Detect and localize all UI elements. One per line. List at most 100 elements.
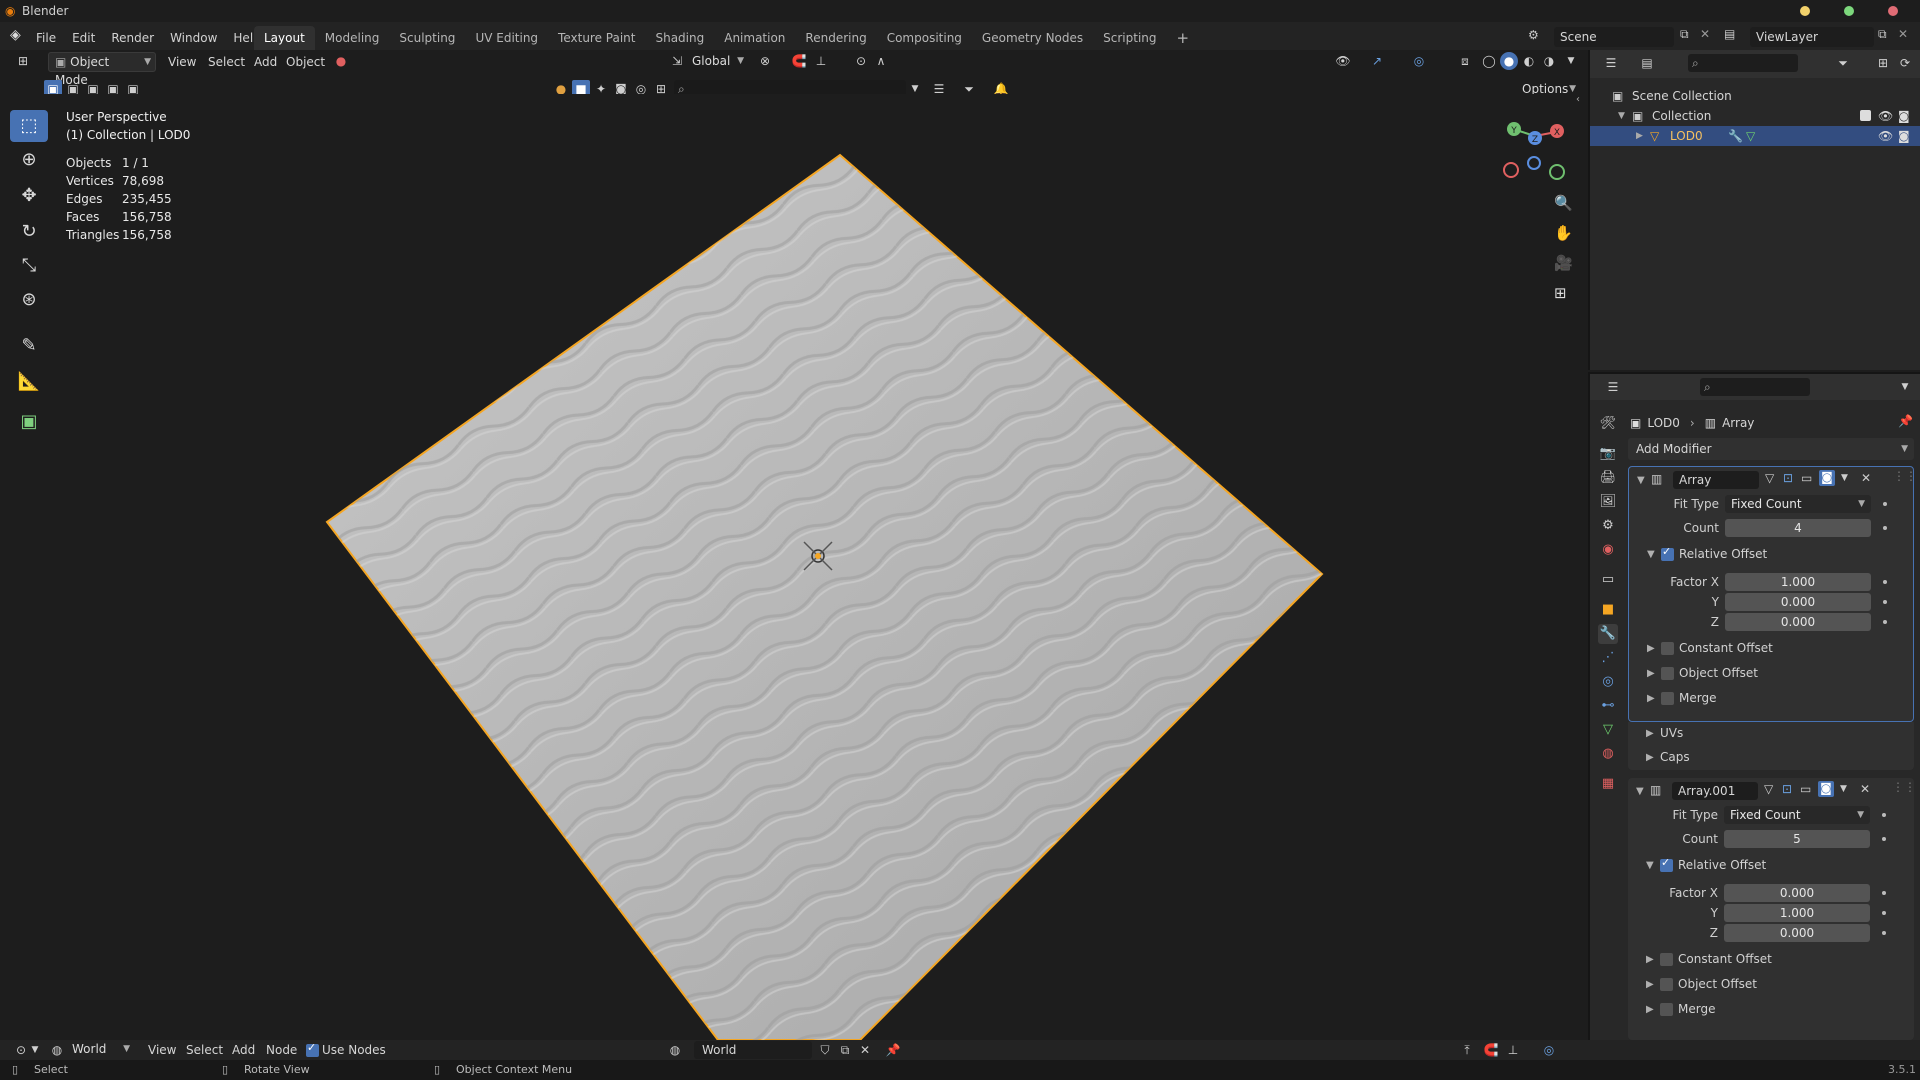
outliner-row-collection[interactable]: ▼ ▣ Collection 👁 ◙ (1590, 106, 1920, 126)
drag-handle-icon[interactable]: ⋮⋮ (1892, 780, 1916, 794)
scene-tab-icon[interactable]: ⚙ (1598, 516, 1618, 536)
tool-cursor[interactable]: ⊕ (10, 144, 48, 176)
viewport-display-icon[interactable]: ▭ (1801, 471, 1812, 485)
view-layer-tab-icon[interactable]: 🖼 (1598, 492, 1618, 512)
keyframe-dot[interactable] (1883, 600, 1887, 604)
tool-tab-icon[interactable]: 🛠 (1598, 414, 1618, 434)
edit-cage-icon[interactable]: ▽ (1765, 471, 1774, 485)
merge-checkbox[interactable] (1660, 1003, 1673, 1016)
navigation-gizmo[interactable]: Y Z X (1503, 122, 1565, 180)
chevron-down-icon[interactable]: ▼ (1637, 475, 1645, 486)
gizmo-icon[interactable]: ↗ (1368, 52, 1386, 70)
factor-x-field[interactable]: 0.000 (1724, 884, 1870, 902)
factor-z-field[interactable]: 0.000 (1724, 924, 1870, 942)
perspective-toggle-icon[interactable]: ⊞ (1554, 284, 1567, 302)
tab-texture-paint[interactable]: Texture Paint (548, 26, 645, 50)
keyframe-dot[interactable] (1882, 911, 1886, 915)
constant-offset-checkbox[interactable] (1661, 642, 1674, 655)
menu-view[interactable]: View (162, 52, 202, 72)
mesh-data-icon[interactable]: ▽ (1746, 126, 1755, 146)
tool-add-cube[interactable]: ▣ (10, 406, 48, 438)
modifier-tab-icon[interactable]: 🔧 (1598, 624, 1618, 644)
sphere-icon[interactable]: ● (332, 52, 350, 70)
edit-mode-icon[interactable]: ⊡ (1782, 782, 1792, 796)
parent-node-icon[interactable]: ⤒ (1458, 1041, 1476, 1059)
edit-cage-icon[interactable]: ▽ (1764, 782, 1773, 796)
snap-icon[interactable]: 🧲 (1482, 1041, 1500, 1059)
rendered-shading-icon[interactable]: ◑ (1540, 52, 1558, 70)
snap-icon[interactable]: 🧲 (790, 52, 808, 70)
add-modifier-dropdown[interactable]: Add Modifier ▼ (1628, 438, 1914, 460)
blender-menu-icon[interactable]: ◈ (10, 27, 21, 43)
relative-offset-checkbox[interactable] (1661, 545, 1674, 561)
subpanel-caps[interactable]: ▶ Caps (1628, 746, 1914, 770)
keyframe-dot[interactable] (1882, 931, 1886, 935)
wireframe-shading-icon[interactable]: ◯ (1480, 52, 1498, 70)
scene-selector[interactable]: Scene (1554, 27, 1674, 47)
delete-view-layer-icon[interactable]: ✕ (1898, 27, 1908, 41)
tab-animation[interactable]: Animation (714, 26, 795, 50)
tool-select-box[interactable]: ⬚ (10, 110, 48, 142)
pivot-icon[interactable]: ⊗ (756, 52, 774, 70)
view-layer-icon[interactable]: ▤ (1724, 27, 1735, 41)
material-tab-icon[interactable]: ◍ (1598, 744, 1618, 764)
count-field[interactable]: 5 (1724, 830, 1870, 848)
shading-options-icon[interactable]: ▼ (1562, 52, 1580, 70)
constant-offset-checkbox[interactable] (1660, 953, 1673, 966)
factor-y-field[interactable]: 0.000 (1725, 593, 1871, 611)
tab-geometry-nodes[interactable]: Geometry Nodes (972, 26, 1093, 50)
menu-object[interactable]: Object (280, 52, 331, 72)
material-shading-icon[interactable]: ◐ (1520, 52, 1538, 70)
object-offset-checkbox[interactable] (1661, 667, 1674, 680)
world-tab-icon[interactable]: ◉ (1598, 540, 1618, 560)
tool-measure[interactable]: 📐 (10, 366, 48, 398)
relative-offset-checkbox[interactable] (1660, 856, 1673, 872)
sidebar-toggle-icon[interactable]: ‹ (1576, 94, 1580, 105)
edit-mode-icon[interactable]: ⊡ (1783, 471, 1793, 485)
chevron-right-icon[interactable]: ▶ (1646, 1004, 1654, 1015)
tab-uv-editing[interactable]: UV Editing (465, 26, 548, 50)
world-name-input[interactable]: World (694, 1041, 812, 1059)
chevron-right-icon[interactable]: ▶ (1647, 668, 1655, 679)
close-icon[interactable]: ✕ (1860, 782, 1870, 796)
world-browse-icon[interactable]: ◍ (666, 1041, 684, 1059)
node-menu-add[interactable]: Add (226, 1040, 261, 1060)
node-menu-select[interactable]: Select (180, 1040, 229, 1060)
add-workspace-icon[interactable]: + (1167, 26, 1200, 50)
render-tab-icon[interactable]: 📷 (1598, 444, 1618, 464)
eye-icon[interactable]: 👁 (1878, 106, 1893, 126)
scene-icon[interactable]: ⚙ (1528, 28, 1539, 42)
display-mode-icon[interactable]: ▤ (1638, 54, 1656, 72)
chevron-down-icon[interactable]: ▼ (26, 1041, 44, 1059)
camera-icon[interactable]: ◙ (1898, 126, 1910, 146)
node-menu-node[interactable]: Node (260, 1040, 303, 1060)
menu-select[interactable]: Select (202, 52, 251, 72)
factor-y-field[interactable]: 1.000 (1724, 904, 1870, 922)
window-maximize-button[interactable] (1844, 6, 1854, 16)
window-minimize-button[interactable] (1800, 6, 1810, 16)
chevron-right-icon[interactable]: ▶ (1646, 979, 1654, 990)
new-collection-icon[interactable]: ⊞ (1874, 54, 1892, 72)
tool-transform[interactable]: ⊛ (10, 284, 48, 316)
tool-move[interactable]: ✥ (10, 180, 48, 212)
new-view-layer-icon[interactable]: ⧉ (1878, 27, 1887, 42)
keyframe-dot[interactable] (1883, 502, 1887, 506)
pan-hand-icon[interactable]: ✋ (1554, 224, 1573, 242)
shader-type-dropdown[interactable]: World ▼ (66, 1040, 134, 1060)
physics-tab-icon[interactable]: ◎ (1598, 672, 1618, 692)
falloff-icon[interactable]: ∧ (872, 52, 890, 70)
proportional-edit-icon[interactable]: ⊙ (852, 52, 870, 70)
object-offset-checkbox[interactable] (1660, 978, 1673, 991)
factor-x-field[interactable]: 1.000 (1725, 573, 1871, 591)
tool-rotate[interactable]: ↻ (10, 216, 48, 248)
editor-type-icon[interactable]: ⊞ (14, 52, 32, 70)
output-tab-icon[interactable]: 🖨 (1598, 468, 1618, 488)
properties-editor-type-icon[interactable]: ☰ (1604, 378, 1622, 396)
chevron-down-icon[interactable]: ▼ (1618, 106, 1625, 126)
outliner-row-scene-collection[interactable]: ▣ Scene Collection (1590, 86, 1920, 106)
render-display-icon[interactable]: ◙ (1819, 470, 1835, 486)
pin-icon[interactable]: 📌 (1898, 414, 1913, 428)
view-layer-selector[interactable]: ViewLayer (1750, 27, 1874, 47)
tab-compositing[interactable]: Compositing (877, 26, 972, 50)
snap-target-icon[interactable]: ⊥ (812, 52, 830, 70)
